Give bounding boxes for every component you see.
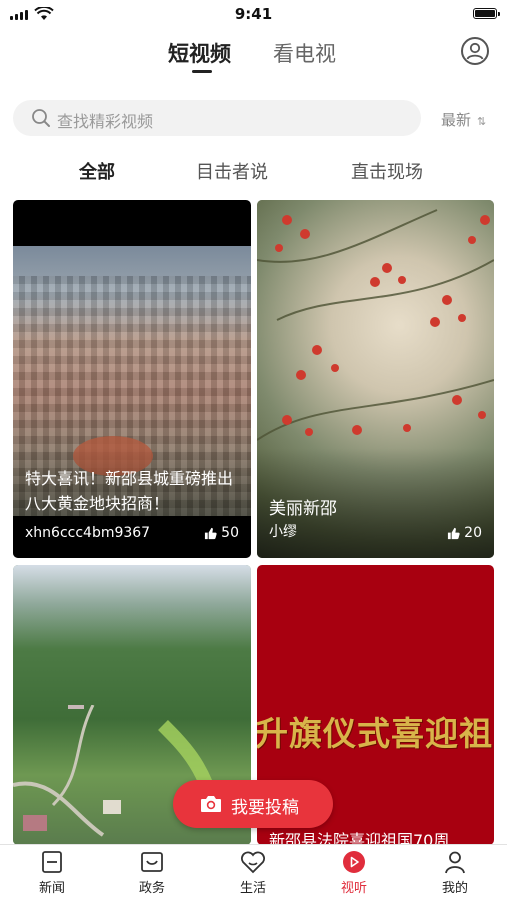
video-author: 小缪 (269, 524, 297, 540)
life-icon (241, 851, 265, 874)
category-witness[interactable]: 目击者说 (196, 158, 268, 184)
tab-news[interactable]: 新闻 (12, 849, 92, 896)
video-title: 新邵县法院喜迎祖国70周 (269, 831, 450, 845)
status-bar: 9:41 (0, 0, 507, 28)
status-time: 9:41 (234, 5, 273, 23)
tab-video[interactable]: 视听 (314, 849, 394, 896)
category-all[interactable]: 全部 (79, 158, 115, 184)
video-play-icon (343, 851, 365, 873)
search-icon (32, 109, 50, 127)
video-likes: 20 (447, 525, 482, 541)
tab-life[interactable]: 生活 (213, 849, 293, 896)
sort-label: 最新 (441, 111, 472, 129)
video-card[interactable]: 特大喜讯！新邵县城重磅推出八大黄金地块招商！ xhn6ccc4bm9367 50 (13, 200, 251, 558)
submit-video-button[interactable]: 我要投稿 (173, 780, 333, 828)
video-title: 美丽新邵 (269, 499, 337, 519)
camera-icon (201, 796, 221, 812)
thumbs-up-icon (448, 527, 460, 539)
news-icon (42, 851, 62, 873)
video-title: 特大喜讯！新邵县城重磅推出八大黄金地块招商！ (25, 469, 234, 513)
thumbs-up-icon (205, 527, 217, 539)
submit-video-label: 我要投稿 (231, 798, 299, 818)
sort-button[interactable]: 最新 ⇅ (441, 109, 486, 130)
tab-watch-tv[interactable]: 看电视 (273, 38, 336, 68)
video-card[interactable]: 美丽新邵 小缪 20 (257, 200, 494, 558)
profile-icon (445, 851, 465, 874)
active-tab-indicator (192, 70, 212, 73)
government-icon (141, 852, 163, 872)
video-author: xhn6ccc4bm9367 (25, 525, 151, 541)
category-tabs: 全部 目击者说 直击现场 (0, 158, 507, 184)
bottom-tab-bar: 新闻 政务 生活 视听 我的 (0, 844, 507, 901)
category-live-scene[interactable]: 直击现场 (351, 158, 423, 184)
tab-mine[interactable]: 我的 (415, 849, 495, 896)
video-likes: 50 (204, 525, 239, 541)
tab-government[interactable]: 政务 (112, 849, 192, 896)
search-bar[interactable]: 查找精彩视频 (13, 100, 421, 136)
search-placeholder: 查找精彩视频 (57, 112, 154, 131)
sort-arrows-icon: ⇅ (477, 115, 487, 128)
top-nav: 短视频 看电视 (0, 36, 507, 80)
tab-short-video[interactable]: 短视频 (168, 38, 231, 68)
battery-icon (473, 8, 500, 19)
user-profile-icon[interactable] (461, 37, 489, 65)
video-banner-text: 升旗仪式喜迎祖国 (257, 714, 494, 753)
